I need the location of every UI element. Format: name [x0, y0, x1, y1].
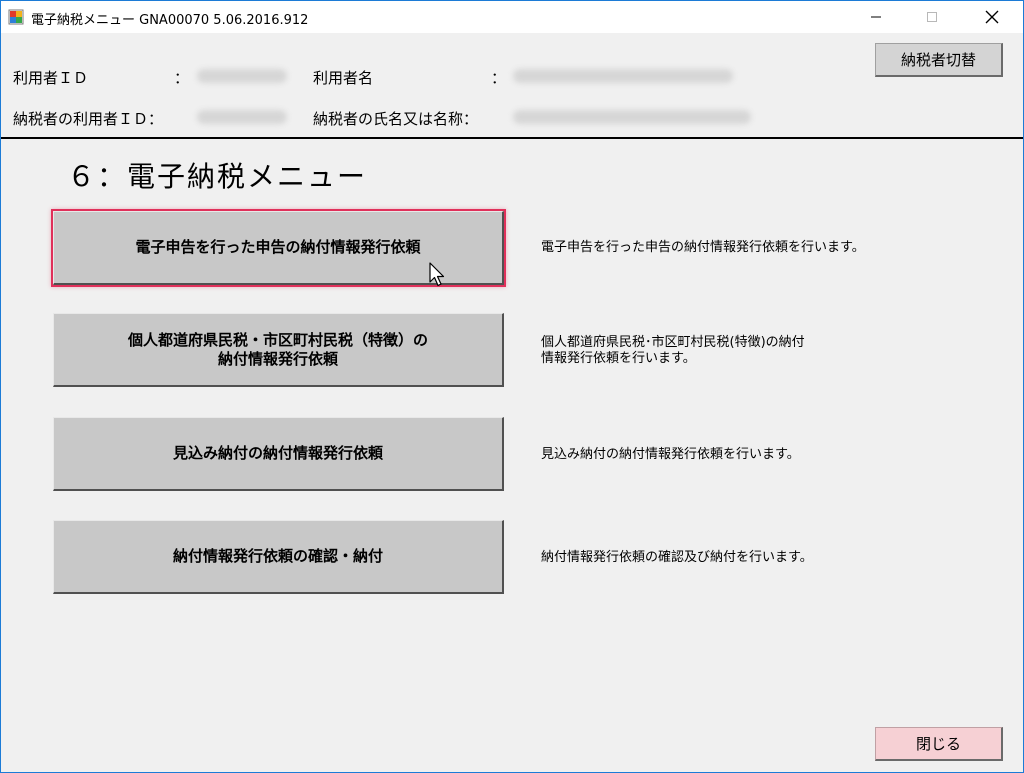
- title-bar: 電子納税メニュー GNA00070 5.06.2016.912: [1, 1, 1023, 33]
- resident-tax-description: 個人都道府県民税･市区町村民税(特徴)の納付 情報発行依頼を行います。: [541, 335, 805, 367]
- user-info-header: 利用者ＩＤ ： 利用者名 ： 納税者の利用者ＩＤ： 納税者の氏名又は名称：: [1, 33, 1023, 139]
- maximize-button[interactable]: [909, 1, 955, 33]
- taxpayer-name-value: [513, 110, 751, 124]
- window-close-button[interactable]: [969, 1, 1015, 33]
- close-button[interactable]: 閉じる: [875, 727, 1003, 761]
- resident-tax-description-line2: 情報発行依頼を行います。: [541, 351, 696, 366]
- window-title: 電子納税メニュー GNA00070 5.06.2016.912: [31, 13, 309, 28]
- resident-tax-button-line2: 納付情報発行依頼: [217, 349, 338, 368]
- user-id-value: [197, 69, 287, 83]
- taxpayer-id-value: [197, 110, 287, 124]
- resident-tax-button-line1: 個人都道府県民税・市区町村民税（特徴）の: [127, 330, 428, 349]
- app-window: 電子納税メニュー GNA00070 5.06.2016.912 利用者ＩＤ ： …: [0, 0, 1024, 773]
- user-id-colon: ：: [174, 69, 190, 87]
- user-name-value: [513, 69, 733, 83]
- app-icon: [8, 9, 24, 25]
- page-title: ６：電子納税メニュー: [67, 160, 368, 193]
- minimize-icon: [871, 16, 881, 18]
- mouse-cursor-icon: [429, 262, 445, 287]
- user-id-label: 利用者ＩＤ: [13, 69, 89, 87]
- taxpayer-name-label: 納税者の氏名又は名称：: [313, 110, 479, 128]
- taxpayer-id-label: 納税者の利用者ＩＤ：: [13, 110, 164, 128]
- minimize-button[interactable]: [853, 1, 899, 33]
- resident-tax-description-line1: 個人都道府県民税･市区町村民税(特徴)の納付: [541, 335, 805, 350]
- confirm-and-pay-button[interactable]: 納付情報発行依頼の確認・納付: [53, 520, 504, 594]
- maximize-icon: [927, 12, 937, 22]
- user-name-label: 利用者名: [313, 69, 374, 87]
- resident-tax-button-text: 個人都道府県民税・市区町村民税（特徴）の 納付情報発行依頼: [128, 331, 428, 369]
- close-icon: [985, 10, 999, 24]
- confirm-and-pay-description: 納付情報発行依頼の確認及び納付を行います。: [541, 550, 813, 565]
- user-name-colon: ：: [491, 69, 507, 87]
- estimated-payment-info-button[interactable]: 見込み納付の納付情報発行依頼: [53, 417, 504, 491]
- estimated-payment-description: 見込み納付の納付情報発行依頼を行います。: [541, 447, 800, 462]
- resident-tax-payment-info-button[interactable]: 個人都道府県民税・市区町村民税（特徴）の 納付情報発行依頼: [53, 313, 504, 387]
- payment-info-request-description: 電子申告を行った申告の納付情報発行依頼を行います。: [541, 240, 865, 255]
- switch-taxpayer-button[interactable]: 納税者切替: [875, 43, 1003, 77]
